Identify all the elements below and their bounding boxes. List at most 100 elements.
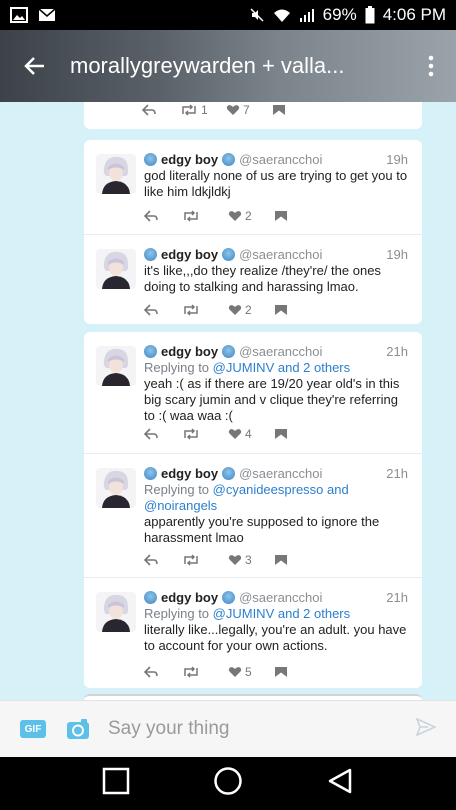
gif-button[interactable]: GIF: [20, 720, 46, 738]
camera-icon: [67, 719, 89, 739]
display-name[interactable]: edgy boy: [161, 590, 218, 605]
avatar[interactable]: [96, 154, 136, 194]
tweet-actions: 2: [144, 208, 304, 224]
globe-emoji-icon: [222, 247, 236, 261]
tweet[interactable]: edgy boy @saerancchoi 19h it's like,,,do…: [84, 235, 422, 323]
tweet-header: edgy boy @saerancchoi 19h: [144, 245, 408, 263]
tweet[interactable]: edgy boy @saerancchoi 21h Replying to @c…: [84, 454, 422, 576]
replying-to: Replying to @JUMINV and 2 others: [144, 360, 350, 375]
android-nav-bar: [0, 757, 456, 810]
send-button[interactable]: [415, 716, 437, 741]
retweet-icon[interactable]: 1: [180, 103, 226, 117]
reply-icon[interactable]: [144, 304, 182, 316]
tweet-text: literally like...legally, you're an adul…: [144, 622, 407, 653]
like-count: 2: [245, 209, 252, 223]
tweet-actions: 5: [144, 664, 304, 680]
tweet-header: edgy boy @saerancchoi 21h: [144, 342, 408, 360]
battery-icon: [365, 6, 375, 24]
globe-emoji-icon: [144, 152, 157, 166]
reply-mentions-link[interactable]: @noirangels: [144, 498, 217, 513]
like-count: 5: [245, 665, 252, 679]
display-name[interactable]: edgy boy: [161, 344, 218, 359]
overflow-menu-button[interactable]: [406, 55, 456, 77]
tweet[interactable]: edgy boy @saerancchoi 21h Replying to @J…: [84, 578, 422, 688]
retweet-icon[interactable]: [182, 666, 228, 678]
tweet[interactable]: edgy boy @saerancchoi 21h Replying to @J…: [84, 332, 422, 450]
tweet-feed[interactable]: 1 7 edgy boy @saerancchoi 19h god litera…: [0, 102, 456, 700]
globe-emoji-icon: [144, 466, 157, 480]
replying-to-label: Replying to: [144, 360, 213, 375]
tweet-actions: 3: [144, 552, 304, 568]
display-name[interactable]: edgy boy: [161, 466, 218, 481]
user-handle[interactable]: @saerancchoi: [239, 152, 322, 167]
recent-apps-button[interactable]: [102, 767, 130, 800]
globe-emoji-icon: [222, 344, 236, 358]
display-name[interactable]: edgy boy: [161, 247, 218, 262]
avatar[interactable]: [96, 346, 136, 386]
avatar[interactable]: [96, 468, 136, 508]
tweet-actions: 1 7: [142, 102, 302, 118]
like-icon[interactable]: 4: [228, 427, 274, 441]
like-count: 7: [243, 103, 250, 117]
user-handle[interactable]: @saerancchoi: [239, 344, 322, 359]
tweet-header: edgy boy @saerancchoi 19h: [144, 150, 408, 168]
replying-to: Replying to @JUMINV and 2 others: [144, 606, 350, 621]
home-button[interactable]: [213, 766, 243, 801]
user-handle[interactable]: @saerancchoi: [239, 466, 322, 481]
retweet-icon[interactable]: [182, 210, 228, 222]
avatar[interactable]: [96, 592, 136, 632]
back-nav-button[interactable]: [326, 767, 354, 800]
message-input[interactable]: Say your thing: [108, 718, 229, 740]
tweet-text: apparently you're supposed to ignore the…: [144, 514, 380, 545]
reply-mentions-link[interactable]: @JUMINV and 2 others: [213, 360, 350, 375]
dm-icon[interactable]: [274, 666, 294, 678]
like-icon[interactable]: 3: [228, 553, 274, 567]
user-handle[interactable]: @saerancchoi: [239, 247, 322, 262]
tweet-card: edgy boy @saerancchoi 19h god literally …: [84, 140, 422, 324]
reply-icon[interactable]: [144, 666, 182, 678]
display-name[interactable]: edgy boy: [161, 152, 218, 167]
reply-icon[interactable]: [144, 428, 182, 440]
battery-percent: 69%: [322, 5, 357, 24]
tweet-card-partial[interactable]: 1 7: [84, 102, 422, 129]
camera-button[interactable]: [66, 718, 90, 740]
retweet-icon[interactable]: [182, 428, 228, 440]
signal-icon: [299, 7, 315, 23]
tweet-text: god literally none of us are trying to g…: [144, 168, 408, 199]
retweet-icon[interactable]: [182, 304, 228, 316]
dm-icon[interactable]: [274, 304, 294, 316]
retweet-count: 1: [201, 103, 208, 117]
square-icon: [102, 767, 129, 795]
like-count: 3: [245, 553, 252, 567]
user-handle[interactable]: @saerancchoi: [239, 590, 322, 605]
dm-icon[interactable]: [274, 554, 294, 566]
mail-notification-icon: [38, 7, 56, 23]
like-count: 4: [245, 427, 252, 441]
circle-icon: [214, 767, 242, 795]
reply-mentions-link[interactable]: @JUMINV and 2 others: [213, 606, 350, 621]
chat-title[interactable]: morallygreywarden + valla...: [70, 53, 390, 79]
tweet-time: 21h: [386, 343, 408, 359]
like-icon[interactable]: 5: [228, 665, 274, 679]
dm-icon[interactable]: [274, 210, 294, 222]
globe-emoji-icon: [222, 152, 236, 166]
reply-icon[interactable]: [144, 554, 182, 566]
tweet-time: 21h: [386, 465, 408, 481]
tweet[interactable]: edgy boy @saerancchoi 19h god literally …: [84, 140, 422, 232]
globe-emoji-icon: [222, 590, 236, 604]
like-icon[interactable]: 7: [226, 103, 272, 117]
dm-icon[interactable]: [272, 104, 292, 116]
like-icon[interactable]: 2: [228, 303, 274, 317]
reply-icon[interactable]: [144, 210, 182, 222]
dm-icon[interactable]: [274, 428, 294, 440]
retweet-icon[interactable]: [182, 554, 228, 566]
globe-emoji-icon: [144, 590, 157, 604]
reply-icon[interactable]: [142, 104, 180, 116]
arrow-left-icon: [24, 57, 44, 75]
avatar[interactable]: [96, 249, 136, 289]
chat-header: morallygreywarden + valla...: [0, 30, 456, 102]
send-icon: [415, 716, 437, 737]
back-button[interactable]: [0, 30, 70, 102]
reply-mentions-link[interactable]: @cyanideespresso and: [213, 482, 349, 497]
like-icon[interactable]: 2: [228, 209, 274, 223]
